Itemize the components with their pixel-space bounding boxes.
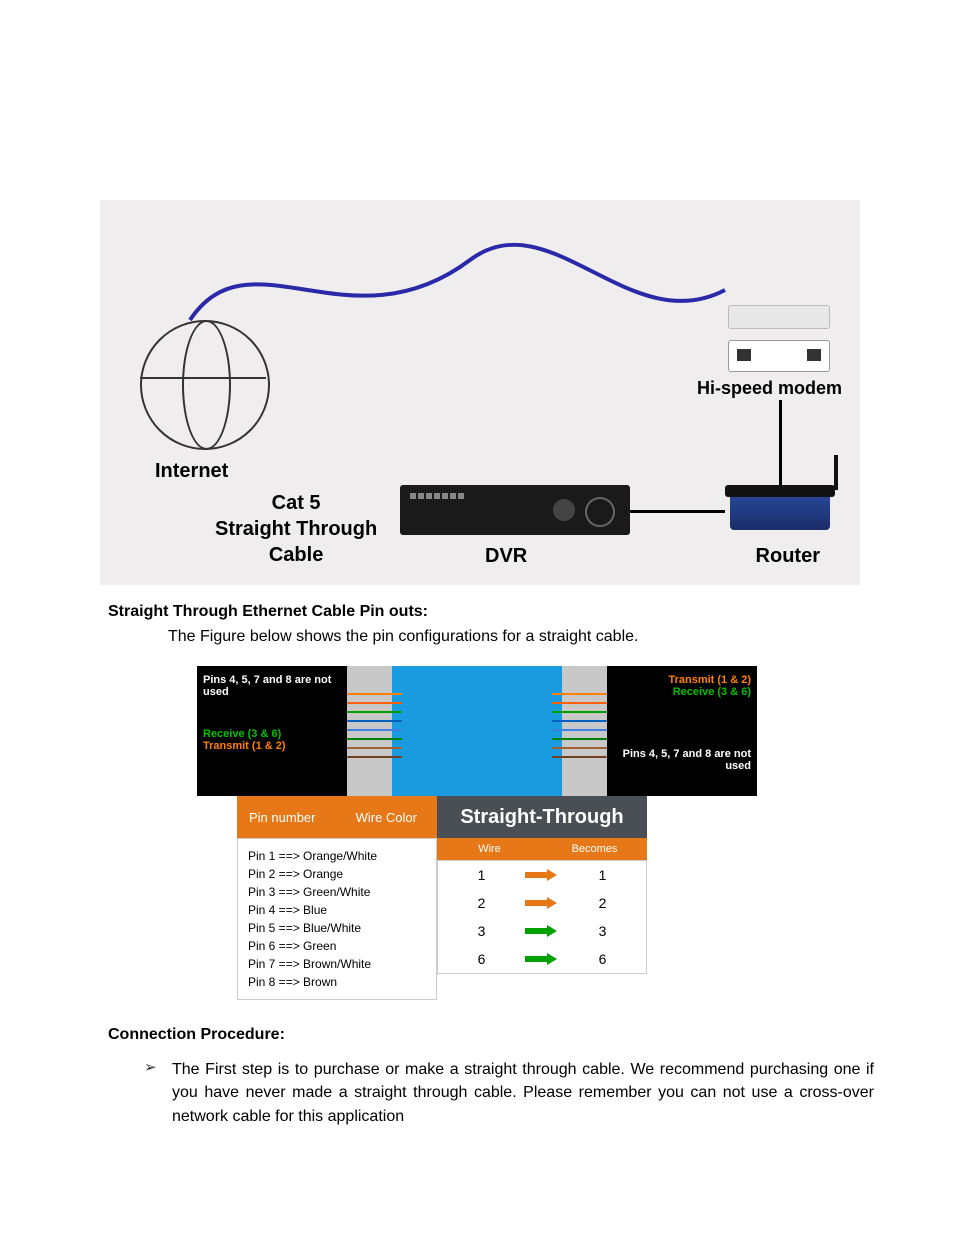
- internet-label: Internet: [155, 460, 228, 483]
- st-from: 6: [438, 951, 525, 967]
- pin-row: Pin 6 ==> Green: [248, 937, 426, 955]
- pin-row: Pin 8 ==> Brown: [248, 973, 426, 991]
- arrow-icon: [525, 897, 559, 909]
- cable-label: Cat 5 Straight Through Cable: [215, 490, 377, 568]
- st-row: 1 1: [438, 861, 646, 889]
- modem-label: Hi-speed modem: [697, 378, 842, 399]
- bullet-icon: ➢: [144, 1058, 172, 1128]
- pinouts-heading: Straight Through Ethernet Cable Pin outs…: [108, 603, 954, 621]
- arrow-icon: [525, 953, 559, 965]
- arrow-icon: [525, 869, 559, 881]
- right-wires: [552, 686, 607, 766]
- cable-cross-section: Pins 4, 5, 7 and 8 are not used Receive …: [197, 666, 757, 796]
- cable-label-line3: Cable: [215, 542, 377, 568]
- dvr-label: DVR: [485, 545, 527, 568]
- straight-through-table: Straight-Through Wire Becomes 1 1 2 2: [437, 796, 647, 1000]
- cable-body: [392, 666, 562, 796]
- list-item-text: The First step is to purchase or make a …: [172, 1058, 874, 1128]
- st-body: 1 1 2 2 3 3 6: [437, 860, 647, 974]
- modem-icon-bottom: [728, 340, 830, 372]
- document-page: Internet Cat 5 Straight Through Cable DV…: [0, 200, 954, 1128]
- cable-label-line2: Straight Through: [215, 516, 377, 542]
- procedure-heading: Connection Procedure:: [108, 1026, 954, 1044]
- st-header: Straight-Through: [437, 796, 647, 838]
- right-connector-labels: Transmit (1 & 2) Receive (3 & 6) Pins 4,…: [607, 666, 757, 796]
- right-pins-note: Pins 4, 5, 7 and 8 are not used: [613, 748, 751, 772]
- wire-color-header: Wire Color: [356, 810, 437, 825]
- list-item: ➢ The First step is to purchase or make …: [144, 1058, 874, 1128]
- pin-color-table: Pin number Wire Color Pin 1 ==> Orange/W…: [237, 796, 437, 1000]
- arrow-icon: [525, 925, 559, 937]
- pin-color-header: Pin number Wire Color: [237, 796, 437, 838]
- st-to: 1: [559, 867, 646, 883]
- modem-router-line: [779, 400, 782, 485]
- network-topology-diagram: Internet Cat 5 Straight Through Cable DV…: [100, 200, 860, 585]
- pin-color-body: Pin 1 ==> Orange/White Pin 2 ==> Orange …: [237, 838, 437, 1000]
- st-to: 2: [559, 895, 646, 911]
- st-row: 2 2: [438, 889, 646, 917]
- pin-row: Pin 3 ==> Green/White: [248, 883, 426, 901]
- pinout-tables: Pin number Wire Color Pin 1 ==> Orange/W…: [197, 796, 757, 1000]
- router-label: Router: [756, 545, 820, 568]
- pin-row: Pin 5 ==> Blue/White: [248, 919, 426, 937]
- procedure-list: ➢ The First step is to purchase or make …: [144, 1058, 874, 1128]
- router-icon: [730, 490, 830, 530]
- pinouts-body: The Figure below shows the pin configura…: [168, 625, 874, 648]
- st-from: 1: [438, 867, 525, 883]
- left-receive-label: Receive (3 & 6): [203, 728, 341, 740]
- left-pins-note: Pins 4, 5, 7 and 8 are not used: [203, 674, 341, 698]
- modem-icon-top: [728, 305, 830, 329]
- globe-icon: [140, 320, 270, 450]
- pinout-diagram: Pins 4, 5, 7 and 8 are not used Receive …: [197, 666, 757, 1000]
- pin-row: Pin 7 ==> Brown/White: [248, 955, 426, 973]
- st-from: 2: [438, 895, 525, 911]
- left-wires: [347, 686, 402, 766]
- right-receive-label: Receive (3 & 6): [613, 686, 751, 698]
- st-to: 6: [559, 951, 646, 967]
- st-becomes-header: Becomes: [542, 843, 647, 855]
- st-from: 3: [438, 923, 525, 939]
- st-wire-header: Wire: [437, 843, 542, 855]
- pin-row: Pin 1 ==> Orange/White: [248, 847, 426, 865]
- right-transmit-label: Transmit (1 & 2): [613, 674, 751, 686]
- dvr-leds: [410, 493, 510, 501]
- st-row: 6 6: [438, 945, 646, 973]
- pin-number-header: Pin number: [237, 810, 356, 825]
- left-connector-labels: Pins 4, 5, 7 and 8 are not used Receive …: [197, 666, 347, 796]
- st-to: 3: [559, 923, 646, 939]
- pin-row: Pin 4 ==> Blue: [248, 901, 426, 919]
- st-subheader: Wire Becomes: [437, 838, 647, 860]
- dvr-router-line: [630, 510, 725, 513]
- pin-row: Pin 2 ==> Orange: [248, 865, 426, 883]
- left-transmit-label: Transmit (1 & 2): [203, 740, 341, 752]
- cable-label-line1: Cat 5: [215, 490, 377, 516]
- st-row: 3 3: [438, 917, 646, 945]
